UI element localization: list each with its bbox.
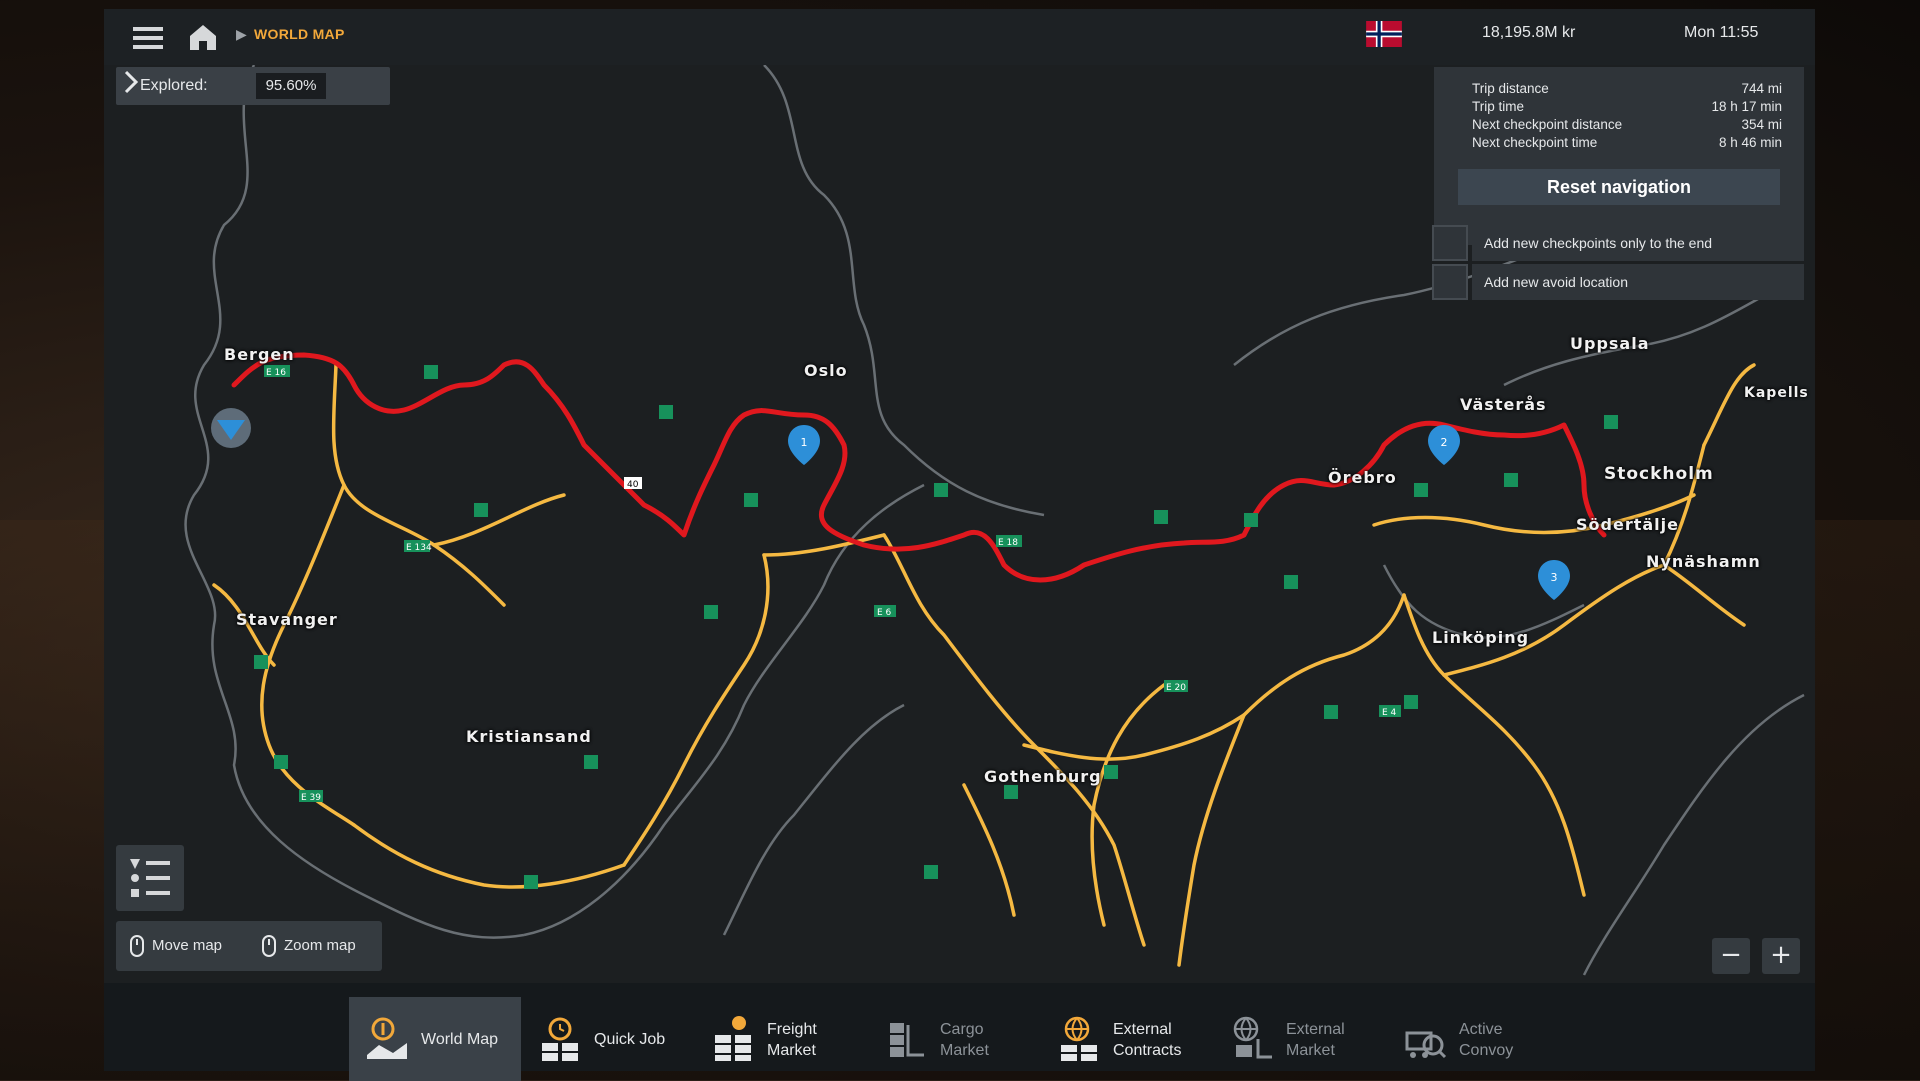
world-map-window: ▶ WORLD MAP 18,195.8M kr Mon 11:55 1 2 3… [104,9,1815,1081]
mouse-hints: Move map Zoom map [116,921,382,971]
mouse-wheel-icon [262,935,276,957]
nav-value: 744 mi [1741,81,1782,96]
nav-row-trip-time: Trip time 18 h 17 min [1472,99,1782,117]
tab-label: World Map [421,1031,499,1048]
tab-cargo-market[interactable]: Cargo Market [868,997,1040,1081]
nav-key: Next checkpoint distance [1472,117,1623,132]
explored-label: Explored: [140,77,208,94]
tab-label-line2: Market [1286,1042,1335,1059]
quick-job-icon [542,1017,578,1061]
nav-value: 354 mi [1741,117,1782,132]
nav-row-checkpoint-distance: Next checkpoint distance 354 mi [1472,117,1782,135]
city-oslo[interactable]: Oslo [804,361,848,380]
option-label[interactable]: Add new checkpoints only to the end [1472,225,1804,261]
tab-quick-job[interactable]: Quick Job [522,997,694,1081]
zoom-map-hint: Zoom map [262,935,356,957]
city-vasteras[interactable]: Västerås [1460,395,1547,414]
breadcrumb-chevron-icon: ▶ [236,27,247,43]
road-label-40: 40 [627,480,639,490]
nav-value: 8 h 46 min [1718,135,1782,150]
move-map-hint: Move map [130,935,222,957]
player-truck-icon [211,408,251,448]
city-bergen[interactable]: Bergen [224,345,295,364]
tab-freight-market[interactable]: Freight Market [695,997,867,1081]
external-contracts-icon [1061,1016,1097,1061]
zoom-out-button[interactable]: − [1712,938,1750,974]
legend-icon [130,859,170,897]
norway-flag-icon [1366,21,1402,47]
nav-row-trip-distance: Trip distance 744 mi [1472,81,1782,99]
game-clock: Mon 11:55 [1684,24,1759,41]
checkbox-avoid-location[interactable] [1432,264,1468,300]
breadcrumb: WORLD MAP [254,26,345,42]
active-convoy-icon [1405,1031,1447,1059]
tab-label-line1: Cargo [940,1021,984,1038]
city-kapells[interactable]: Kapells [1744,385,1809,401]
mouse-left-icon [130,935,144,957]
tab-label-line1: Freight [767,1021,817,1038]
top-bar: ▶ WORLD MAP 18,195.8M kr Mon 11:55 [104,9,1815,65]
city-sodertalje[interactable]: Södertälje [1576,515,1679,534]
road-label-e134: E 134 [406,543,432,553]
world-map-icon [367,1017,407,1059]
city-linkoping[interactable]: Linköping [1432,628,1529,647]
tab-active-convoy[interactable]: Active Convoy [1387,997,1559,1081]
road-label-e16: E 16 [266,368,286,378]
road-label-e18: E 18 [998,538,1018,548]
tab-label-line2: Contracts [1113,1042,1182,1059]
menu-icon[interactable] [130,19,166,55]
tab-label-line1: External [1113,1021,1172,1038]
roads-group [212,363,1756,967]
road-label-e4: E 4 [1382,708,1397,718]
tab-label-line2: Market [767,1042,816,1059]
city-stavanger[interactable]: Stavanger [236,610,338,629]
tab-label-line2: Market [940,1042,989,1059]
bottom-tab-bar: World Map Quick Job Freight Market Cargo… [104,983,1815,1081]
chevron-right-icon[interactable] [116,67,146,97]
freight-market-icon [715,1016,751,1061]
tab-world-map[interactable]: World Map [349,997,521,1081]
explored-value: 95.60% [256,73,326,99]
city-gothenburg[interactable]: Gothenburg [984,767,1102,786]
nav-key: Trip distance [1472,81,1549,96]
map-canvas[interactable]: 1 2 3 E 16 40 E 18 E 6 E 134 E 4 E 20 E … [104,65,1815,983]
road-label-e39: E 39 [301,793,321,803]
nav-key: Next checkpoint time [1472,135,1598,150]
navigation-panel: Trip distance 744 mi Trip time 18 h 17 m… [1434,67,1804,245]
checkbox-checkpoints-end[interactable] [1432,225,1468,261]
nav-value: 18 h 17 min [1711,99,1782,114]
city-nynashamn[interactable]: Nynäshamn [1646,552,1761,571]
money-balance: 18,195.8M kr [1482,24,1576,41]
tab-external-contracts[interactable]: External Contracts [1041,997,1213,1081]
waypoint-2-label: 2 [1441,436,1448,449]
option-checkpoints-end: Add new checkpoints only to the end [1432,225,1804,261]
waypoint-1-label: 1 [801,436,808,449]
explored-panel: Explored: 95.60% [116,67,390,105]
road-label-e6: E 6 [877,608,892,618]
city-orebro[interactable]: Örebro [1328,468,1397,487]
tab-label: Quick Job [594,1031,666,1048]
tab-label-line1: Active [1459,1021,1503,1038]
home-icon[interactable] [186,20,220,54]
option-label[interactable]: Add new avoid location [1472,264,1804,300]
tab-label-line1: External [1286,1021,1345,1038]
city-kristiansand[interactable]: Kristiansand [466,727,592,746]
nav-key: Trip time [1472,99,1525,114]
cargo-market-icon [890,1023,924,1057]
city-stockholm[interactable]: Stockholm [1604,464,1714,484]
option-avoid-location: Add new avoid location [1432,264,1804,300]
reset-navigation-button[interactable]: Reset navigation [1458,169,1780,205]
road-label-e20: E 20 [1166,683,1186,693]
map-legend-button[interactable] [116,845,184,911]
city-uppsala[interactable]: Uppsala [1570,334,1650,353]
tab-external-market[interactable]: External Market [1214,997,1386,1081]
nav-row-checkpoint-time: Next checkpoint time 8 h 46 min [1472,135,1782,153]
tab-label-line2: Convoy [1459,1042,1514,1059]
waypoint-3-label: 3 [1551,571,1558,584]
zoom-in-button[interactable]: + [1762,938,1800,974]
external-market-icon [1233,1016,1272,1059]
route-path [231,352,1607,583]
